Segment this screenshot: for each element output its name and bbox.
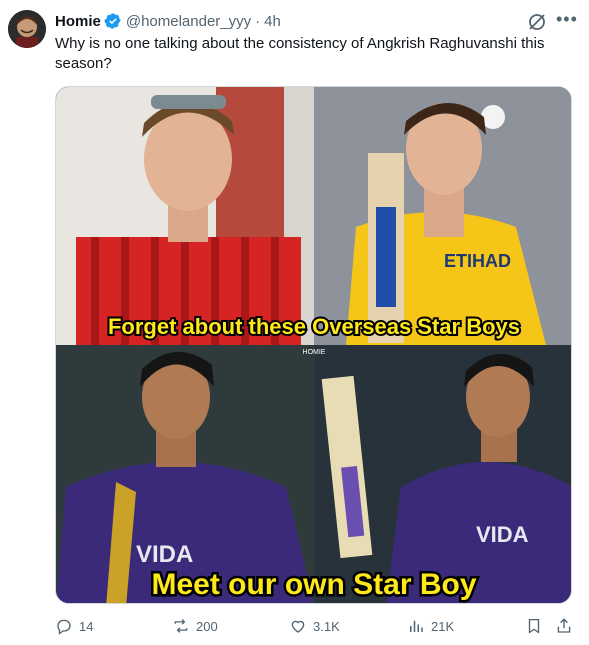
views-count: 21K [431,618,455,634]
reply-icon [57,619,71,635]
more-icon[interactable]: ••• [556,10,577,32]
repost-icon [174,619,188,633]
action-bar: 14 200 3.1K 21K [55,614,575,638]
timestamp[interactable]: 4h [264,13,281,30]
like-button[interactable]: 3.1K [289,614,340,638]
caption-bottom: Meet our own Star Boy [151,568,476,601]
separator: · [255,12,261,30]
like-icon [291,620,305,633]
views-icon [410,620,423,632]
share-button[interactable] [555,614,579,638]
share-icon [557,618,571,633]
tweet-text: Why is no one talking about the consiste… [55,35,545,72]
reply-button[interactable]: 14 [55,614,93,638]
jersey-text-left: VIDA [136,541,193,568]
like-count: 3.1K [313,618,340,634]
reply-count: 14 [79,618,94,634]
caption-top: Forget about these Overseas Star Boys [108,314,520,339]
author-handle[interactable]: @homelander_yyy [126,13,251,30]
bookmark-icon [528,618,540,634]
avatar[interactable] [8,10,46,48]
views-button[interactable]: 21K [407,614,454,638]
repost-button[interactable]: 200 [172,614,218,638]
tweet-media[interactable]: ETIHAD VIDA VIDA Forget about these Over… [55,86,572,604]
svg-text:ETIHAD: ETIHAD [444,251,511,271]
repost-count: 200 [196,618,218,634]
watermark: HOMIE [303,349,326,356]
author-name[interactable]: Homie [55,13,101,30]
tweet[interactable]: Homie @homelander_yyy · 4h ••• Why is no… [0,0,589,645]
bookmark-button[interactable] [525,614,549,638]
tweet-header: Homie @homelander_yyy · 4h [55,10,569,32]
grok-icon[interactable] [527,12,547,32]
jersey-text-right: VIDA [476,522,529,547]
verified-icon [104,12,122,30]
